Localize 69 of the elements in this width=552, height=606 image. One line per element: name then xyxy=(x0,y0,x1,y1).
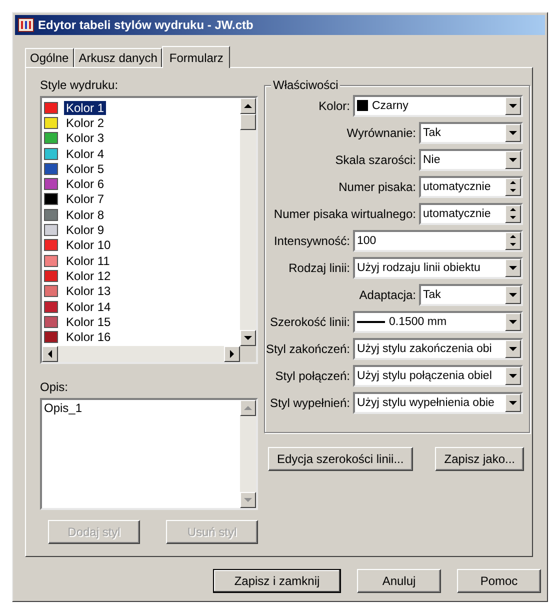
field-label: Rodzaj linii: xyxy=(288,260,350,274)
list-item[interactable]: Kolor 15 xyxy=(64,314,113,329)
field-label: Styl zakończeń: xyxy=(266,342,350,356)
scroll-up-icon[interactable] xyxy=(240,98,256,114)
dropdown-field[interactable]: 0.1500 mm xyxy=(353,310,523,332)
spin-field[interactable]: utomatycznie xyxy=(419,202,523,224)
list-item[interactable]: Kolor 1 xyxy=(64,100,106,115)
dropdown-field[interactable]: Użyj stylu zakończenia obi xyxy=(353,338,523,360)
dropdown-field[interactable]: Użyj rodzaju linii obiektu xyxy=(353,256,523,278)
list-label: Style wydruku: xyxy=(40,78,120,93)
list-item[interactable]: Kolor 4 xyxy=(64,146,106,161)
field-label: Kolor: xyxy=(318,98,350,112)
scroll-up-icon[interactable] xyxy=(240,400,256,416)
list-item[interactable]: Kolor 7 xyxy=(64,192,106,206)
field-label: Styl wypełnień: xyxy=(270,396,350,410)
line-sample-icon xyxy=(357,320,385,324)
field-label: Numer pisaka: xyxy=(338,180,416,194)
list-item[interactable]: Kolor 8 xyxy=(64,208,106,222)
dropdown-field[interactable]: Tak xyxy=(419,122,523,144)
scroll-left-icon[interactable] xyxy=(42,346,58,362)
dropdown-field[interactable]: Użyj stylu wypełnienia obie xyxy=(353,392,523,414)
window-title: Edytor tabeli stylów wydruku - JW.ctb xyxy=(38,18,254,32)
dialog-button[interactable]: Pomoc xyxy=(457,569,541,593)
scroll-thumb[interactable] xyxy=(240,114,256,130)
field-label: Skala szarości: xyxy=(335,152,416,166)
tab[interactable]: Arkusz danych xyxy=(74,48,162,67)
description-field[interactable]: Opis_1 xyxy=(40,398,258,510)
tab[interactable]: Ogólne xyxy=(25,48,74,67)
property-button[interactable]: Edycja szerokości linii... xyxy=(268,447,413,471)
spin-field[interactable]: utomatycznie xyxy=(419,176,523,198)
dropdown-field[interactable]: Nie xyxy=(419,148,523,170)
description-label: Opis: xyxy=(40,380,70,395)
list-item[interactable]: Kolor 14 xyxy=(64,300,113,314)
group-title: Właściwości xyxy=(271,78,340,92)
field-label: Wyrównanie: xyxy=(346,126,416,140)
list-item[interactable]: Kolor 16 xyxy=(64,330,113,344)
vertical-scrollbar[interactable] xyxy=(240,98,256,346)
list-item[interactable]: Kolor 6 xyxy=(64,177,106,192)
field-label: Numer pisaka wirtualnego: xyxy=(274,206,416,220)
field-label: Styl połączeń: xyxy=(275,368,350,382)
spin-field[interactable]: 100 xyxy=(353,230,523,252)
dropdown-field[interactable]: Czarny xyxy=(353,94,523,116)
dropdown-field[interactable]: Użyj stylu połączenia obiel xyxy=(353,364,523,386)
list-item[interactable]: Kolor 3 xyxy=(64,131,106,146)
dropdown-field[interactable]: Tak xyxy=(419,284,523,306)
field-label: Intensywność: xyxy=(274,234,350,248)
list-item[interactable]: Kolor 12 xyxy=(64,268,113,283)
tab[interactable]: Formularz xyxy=(162,46,230,68)
horizontal-scrollbar[interactable] xyxy=(42,346,256,362)
scroll-down-icon[interactable] xyxy=(240,330,256,346)
property-button[interactable]: Zapisz jako... xyxy=(435,447,524,471)
list-item[interactable]: Kolor 9 xyxy=(64,223,106,238)
style-list[interactable]: Kolor 1 Kolor 2 Kolor 3 Kolor 4 Kolor 5 Kolor 6 Kolor 7 Kolor 8 Kolor 9 Kolor 10 Kolor 11 Kolor 12 Kolor 13 Kolor 14 Kolor 15 Kolor 16 xyxy=(40,96,258,364)
dialog-button[interactable]: Zapisz i zamknij xyxy=(213,569,341,593)
list-item[interactable]: Kolor 2 xyxy=(64,116,106,130)
scrollbar-corner xyxy=(240,346,256,362)
scroll-right-icon[interactable] xyxy=(224,346,240,362)
dialog-button[interactable]: Anuluj xyxy=(357,569,441,593)
field-label: Szerokość linii: xyxy=(270,314,350,328)
list-item[interactable]: Kolor 5 xyxy=(64,162,106,176)
list-item[interactable]: Kolor 10 xyxy=(64,238,113,252)
table-icon xyxy=(18,18,34,32)
field-label: Adaptacja: xyxy=(359,288,416,302)
list-item[interactable]: Kolor 11 xyxy=(64,254,112,268)
spin-arrows-icon[interactable] xyxy=(505,204,521,222)
spin-arrows-icon[interactable] xyxy=(505,178,521,196)
spin-arrows-icon[interactable] xyxy=(505,232,521,250)
scroll-down-icon[interactable] xyxy=(240,492,256,508)
list-item[interactable]: Kolor 13 xyxy=(64,284,113,298)
